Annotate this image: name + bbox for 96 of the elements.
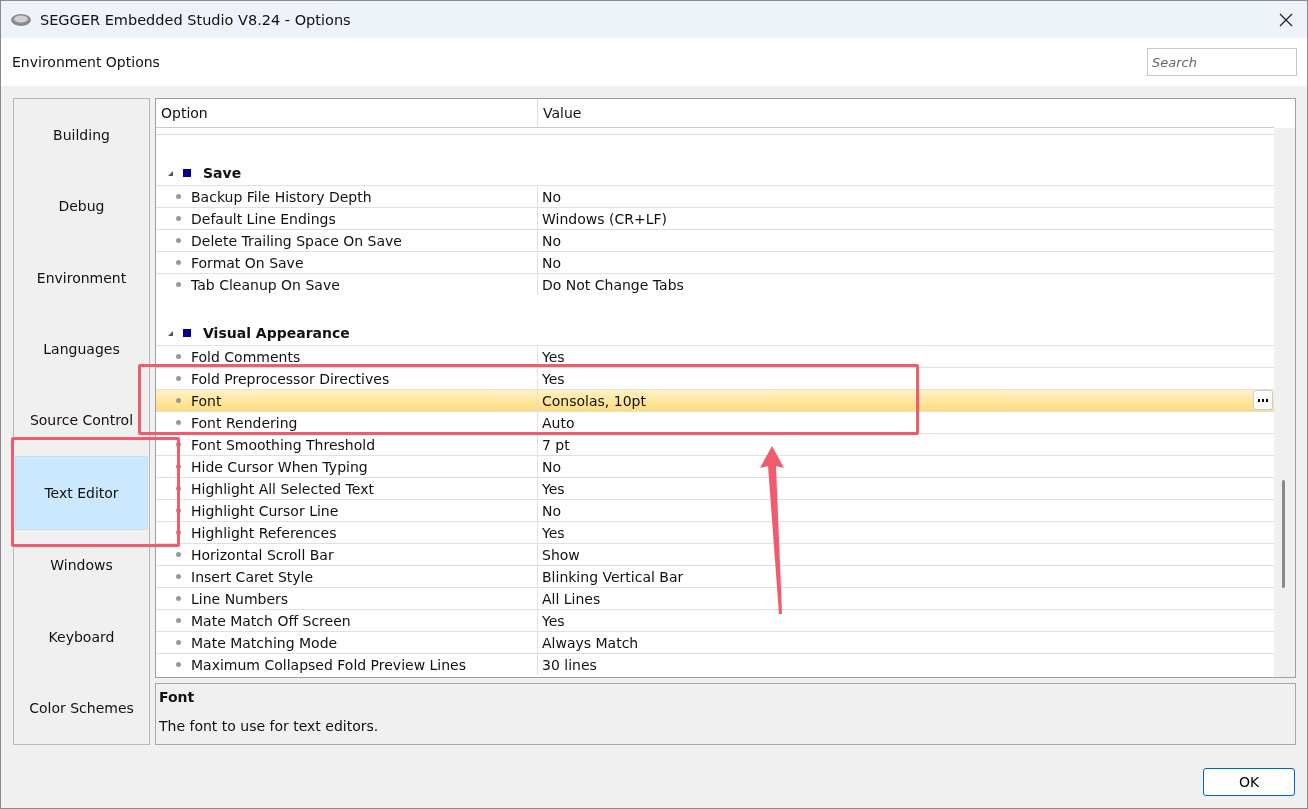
option-name: Highlight References (191, 524, 337, 541)
option-name: Font Smoothing Threshold (191, 436, 376, 453)
sidebar-item[interactable]: Color Schemes (15, 672, 148, 744)
option-value: Yes (542, 480, 565, 497)
description-text: The font to use for text editors. (159, 718, 380, 734)
scrollbar-thumb[interactable] (1282, 480, 1285, 588)
option-value: Blinking Vertical Bar (542, 568, 684, 585)
sidebar-item[interactable]: Source Control (15, 384, 148, 457)
option-row[interactable]: Mate Match Off Screen Yes (156, 609, 1274, 631)
option-name: Font (191, 392, 222, 409)
group-title: Save (203, 165, 242, 181)
option-value: No (542, 458, 562, 475)
expand-icon[interactable] (167, 329, 174, 337)
option-name: Insert Caret Style (191, 568, 314, 585)
option-name: Default Line Endings (191, 210, 336, 227)
sidebar-item[interactable]: Languages (15, 313, 148, 385)
expand-icon[interactable] (167, 169, 174, 177)
option-value: Show (542, 546, 580, 563)
category-icon (183, 329, 191, 337)
option-value: Yes (542, 370, 565, 387)
description-title: Font (159, 689, 196, 705)
option-name: Mate Matching Mode (191, 634, 338, 651)
option-value: Always Match (542, 634, 639, 651)
sidebar-item[interactable]: Keyboard (15, 601, 148, 673)
option-row[interactable]: Maximum Collapsed Fold Preview Lines 30 lines (156, 653, 1274, 675)
bullet-icon (176, 552, 181, 557)
option-name: Hide Cursor When Typing (191, 458, 368, 475)
bullet-icon (176, 194, 181, 199)
option-row[interactable]: Backup File History Depth No (156, 185, 1274, 207)
option-value: All Lines (542, 590, 601, 607)
option-value: No (542, 232, 562, 249)
option-name: Maximum Collapsed Fold Preview Lines (191, 656, 467, 673)
option-row[interactable]: Mate Matching Mode Always Match (156, 631, 1274, 653)
option-value: No (542, 188, 562, 205)
sidebar-item[interactable]: Environment (15, 241, 148, 314)
option-row[interactable]: Insert Caret Style Blinking Vertical Bar (156, 565, 1274, 587)
option-row[interactable]: Default Line Endings Windows (CR+LF) (156, 207, 1274, 229)
option-name: Delete Trailing Space On Save (191, 232, 402, 249)
option-value: No (542, 254, 562, 271)
option-name: Format On Save (191, 254, 304, 271)
option-name: Fold Preprocessor Directives (191, 370, 390, 387)
bullet-icon (176, 640, 181, 645)
option-row[interactable]: Delete Trailing Space On Save No (156, 229, 1274, 251)
option-row[interactable]: Fold Comments Yes (156, 345, 1274, 367)
group-title: Visual Appearance (203, 325, 350, 341)
option-row[interactable]: Font Rendering Auto (156, 411, 1274, 433)
bullet-icon (176, 238, 181, 243)
option-row[interactable]: Line Numbers All Lines (156, 587, 1274, 609)
option-name: Mate Match Off Screen (191, 612, 351, 629)
bullet-icon (176, 618, 181, 623)
option-name: Highlight Cursor Line (191, 502, 339, 519)
bullet-icon (176, 662, 181, 667)
option-name: Fold Comments (191, 348, 301, 365)
sidebar-item[interactable]: Windows (15, 529, 148, 602)
bullet-icon (176, 216, 181, 221)
option-name: Line Numbers (191, 590, 289, 607)
sidebar-item[interactable]: Text Editor (15, 456, 148, 530)
window-title: SEGGER Embedded Studio V8.24 - Options (40, 11, 352, 28)
option-value: Windows (CR+LF) (542, 210, 667, 227)
bullet-icon (176, 398, 181, 403)
sidebar-item[interactable]: Debug (15, 170, 148, 242)
option-value: Yes (542, 524, 565, 541)
option-name: Backup File History Depth (191, 188, 372, 205)
bullet-icon (176, 574, 181, 579)
ellipsis-icon (1258, 398, 1268, 402)
search-field[interactable]: Search (1147, 48, 1297, 76)
option-value: Auto (542, 414, 575, 431)
app-icon (10, 12, 32, 27)
sidebar-item[interactable]: Building (15, 99, 148, 171)
bullet-icon (176, 376, 181, 381)
option-value: Yes (542, 348, 565, 365)
bullet-icon (176, 260, 181, 265)
option-value: 30 lines (542, 656, 597, 673)
option-name: Tab Cleanup On Save (191, 276, 340, 293)
option-row[interactable]: Tab Cleanup On Save Do Not Change Tabs (156, 273, 1274, 295)
option-row[interactable]: Format On Save No (156, 251, 1274, 273)
browse-button[interactable] (1253, 390, 1273, 410)
bullet-icon (176, 354, 181, 359)
page-title: Environment Options (12, 54, 160, 70)
bullet-icon (176, 596, 181, 601)
option-name: Font Rendering (191, 414, 298, 431)
option-value: Yes (542, 612, 565, 629)
close-icon[interactable] (1279, 12, 1293, 27)
option-value: Consolas, 10pt (542, 392, 646, 409)
option-name: Highlight All Selected Text (191, 480, 374, 497)
option-value: No (542, 502, 562, 519)
option-name: Horizontal Scroll Bar (191, 546, 334, 563)
option-value: Do Not Change Tabs (542, 276, 684, 293)
category-icon (183, 169, 191, 177)
bullet-icon (176, 420, 181, 425)
option-value: 7 pt (542, 436, 570, 453)
option-row[interactable]: Font Consolas, 10pt (156, 389, 1274, 411)
column-header[interactable]: Option (156, 99, 538, 127)
bullet-icon (176, 282, 181, 287)
column-header[interactable]: Value (538, 99, 1274, 127)
ok-button[interactable]: OK (1203, 768, 1295, 796)
